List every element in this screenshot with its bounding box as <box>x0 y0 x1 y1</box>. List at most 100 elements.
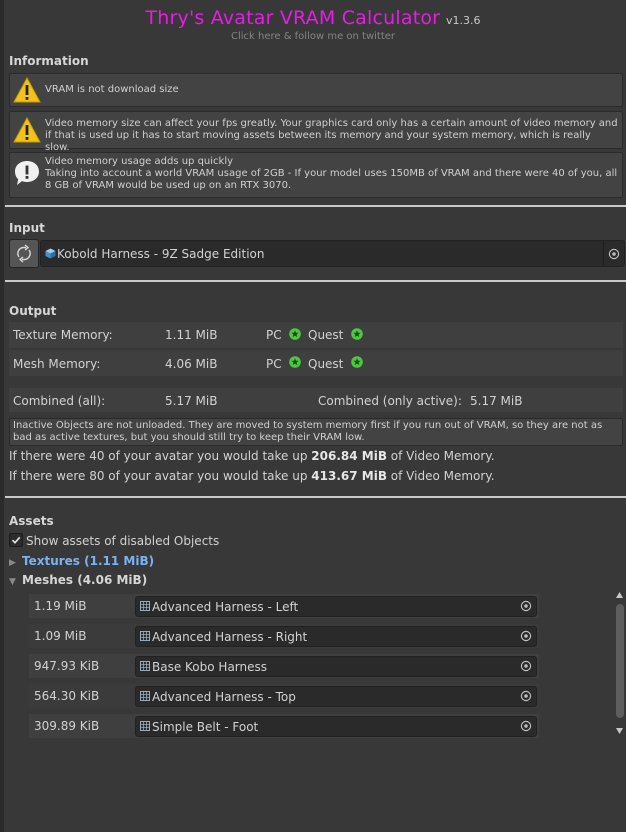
mesh-icon <box>140 661 150 671</box>
information-heading: Information <box>9 54 89 68</box>
refresh-icon <box>17 244 31 263</box>
divider <box>5 280 626 282</box>
assets-heading: Assets <box>9 514 54 528</box>
combined-row: Combined (all): 5.17 MiB Combined (only … <box>9 388 623 412</box>
eighty-avatars-prefix: If there were 80 of your avatar you woul… <box>9 469 312 483</box>
pc-ok-icon <box>289 328 301 340</box>
app-title[interactable]: Thry's Avatar VRAM Calculator <box>145 7 440 29</box>
mesh-icon <box>140 691 150 701</box>
mesh-size: 947.93 KiB <box>34 659 100 673</box>
forty-avatars-line: If there were 40 of your avatar you woul… <box>9 449 495 463</box>
inactive-objects-note: Inactive Objects are not unloaded. They … <box>9 418 623 446</box>
mesh-list-row: 309.89 KiB Simple Belt - Foot <box>29 714 539 738</box>
mesh-list-row: 1.19 MiB Advanced Harness - Left <box>29 594 539 618</box>
info-icon <box>15 161 39 185</box>
eighty-avatars-value: 413.67 MiB <box>311 469 387 483</box>
picker-icon[interactable] <box>520 660 532 672</box>
mesh-memory-row: Mesh Memory: 4.06 MiB PC Quest <box>9 350 623 376</box>
picker-icon[interactable] <box>520 600 532 612</box>
helpbox-memory-usage: Video memory usage adds up quickly Takin… <box>9 152 623 198</box>
scroll-up-icon[interactable] <box>616 592 623 598</box>
mesh-name: Advanced Harness - Left <box>152 600 299 614</box>
textures-foldout[interactable]: ▶ Textures (1.11 MiB) <box>9 554 154 568</box>
gameobject-icon <box>45 248 56 259</box>
mesh-size: 564.30 KiB <box>34 689 100 703</box>
quest-label: Quest <box>308 328 344 342</box>
meshes-foldout-label: Meshes (4.06 MiB) <box>22 573 148 587</box>
show-disabled-label[interactable]: Show assets of disabled Objects <box>26 534 219 548</box>
mesh-icon <box>140 721 150 731</box>
output-heading: Output <box>9 304 57 318</box>
eighty-avatars-suffix: of Video Memory. <box>386 469 495 483</box>
texture-memory-value: 1.11 MiB <box>165 328 218 342</box>
app-version: v1.3.6 <box>446 14 481 27</box>
textures-foldout-label: Textures (1.11 MiB) <box>22 554 155 568</box>
window-edge <box>0 0 4 832</box>
warning-icon <box>13 116 41 143</box>
mesh-name: Advanced Harness - Right <box>152 630 308 644</box>
picker-icon[interactable] <box>520 690 532 702</box>
mesh-list-row: 564.30 KiB Advanced Harness - Top <box>29 684 539 708</box>
mesh-object-field[interactable]: Advanced Harness - Top <box>135 686 537 707</box>
mesh-object-field[interactable]: Advanced Harness - Left <box>135 596 537 617</box>
pc-label: PC <box>266 357 282 371</box>
forty-avatars-value: 206.84 MiB <box>311 449 387 463</box>
mesh-object-field[interactable]: Simple Belt - Foot <box>135 716 537 737</box>
texture-memory-label: Texture Memory: <box>13 328 113 342</box>
chevron-down-icon: ▼ <box>9 577 16 587</box>
mesh-name: Base Kobo Harness <box>152 660 268 674</box>
mesh-object-field[interactable]: Advanced Harness - Right <box>135 626 537 647</box>
mesh-icon <box>140 601 150 611</box>
picker-icon <box>608 248 620 260</box>
eighty-avatars-line: If there were 80 of your avatar you woul… <box>9 469 495 483</box>
texture-memory-row: Texture Memory: 1.11 MiB PC Quest <box>9 322 623 348</box>
avatar-object-field[interactable]: Kobold Harness - 9Z Sadge Edition <box>40 240 625 267</box>
mesh-name: Simple Belt - Foot <box>152 720 259 734</box>
show-disabled-checkbox[interactable] <box>9 533 23 547</box>
divider <box>5 496 626 498</box>
divider <box>5 205 626 207</box>
mesh-list-row: 947.93 KiB Base Kobo Harness <box>29 654 539 678</box>
helpbox-text: VRAM is not download size <box>45 84 179 95</box>
mesh-object-field[interactable]: Base Kobo Harness <box>135 656 537 677</box>
pc-label: PC <box>266 328 282 342</box>
checkmark-icon <box>11 536 21 544</box>
mesh-name: Advanced Harness - Top <box>152 690 296 704</box>
input-heading: Input <box>9 221 45 235</box>
picker-icon[interactable] <box>520 720 532 732</box>
mesh-size: 309.89 KiB <box>34 719 100 733</box>
forty-avatars-prefix: If there were 40 of your avatar you woul… <box>9 449 312 463</box>
combined-active-value: 5.17 MiB <box>470 394 523 408</box>
avatar-name: Kobold Harness - 9Z Sadge Edition <box>57 247 265 261</box>
warning-icon <box>13 76 41 103</box>
quest-ok-icon <box>351 356 363 368</box>
quest-label: Quest <box>308 357 344 371</box>
scrollbar-thumb[interactable] <box>616 604 624 718</box>
meshes-foldout[interactable]: ▼ Meshes (4.06 MiB) <box>9 573 147 587</box>
helpbox-text: Video memory usage adds up quickly Takin… <box>45 156 618 191</box>
header: Thry's Avatar VRAM Calculator v1.3.6 Cli… <box>0 0 626 44</box>
refresh-button[interactable] <box>9 239 39 268</box>
twitter-link[interactable]: Click here & follow me on twitter <box>0 31 626 42</box>
picker-icon[interactable] <box>520 630 532 642</box>
helpbox-fps: Video memory size can affect your fps gr… <box>9 111 623 153</box>
object-picker-button[interactable] <box>603 241 624 266</box>
combined-all-label: Combined (all): <box>13 394 106 408</box>
mesh-memory-value: 4.06 MiB <box>165 357 218 371</box>
mesh-icon <box>140 631 150 641</box>
quest-ok-icon <box>351 328 363 340</box>
chevron-right-icon: ▶ <box>9 558 16 568</box>
helpbox-vram-download: VRAM is not download size <box>9 73 623 107</box>
pc-ok-icon <box>289 356 301 368</box>
combined-all-value: 5.17 MiB <box>165 394 218 408</box>
mesh-size: 1.09 MiB <box>34 629 87 643</box>
scroll-down-icon[interactable] <box>616 728 623 734</box>
forty-avatars-suffix: of Video Memory. <box>386 449 495 463</box>
mesh-memory-label: Mesh Memory: <box>13 357 101 371</box>
title-line[interactable]: Thry's Avatar VRAM Calculator v1.3.6 <box>0 6 626 33</box>
mesh-size: 1.19 MiB <box>34 599 87 613</box>
mesh-list-row: 1.09 MiB Advanced Harness - Right <box>29 624 539 648</box>
inactive-note-text: Inactive Objects are not unloaded. They … <box>13 420 603 443</box>
combined-active-label: Combined (only active): <box>318 394 462 408</box>
helpbox-text: Video memory size can affect your fps gr… <box>45 118 618 153</box>
